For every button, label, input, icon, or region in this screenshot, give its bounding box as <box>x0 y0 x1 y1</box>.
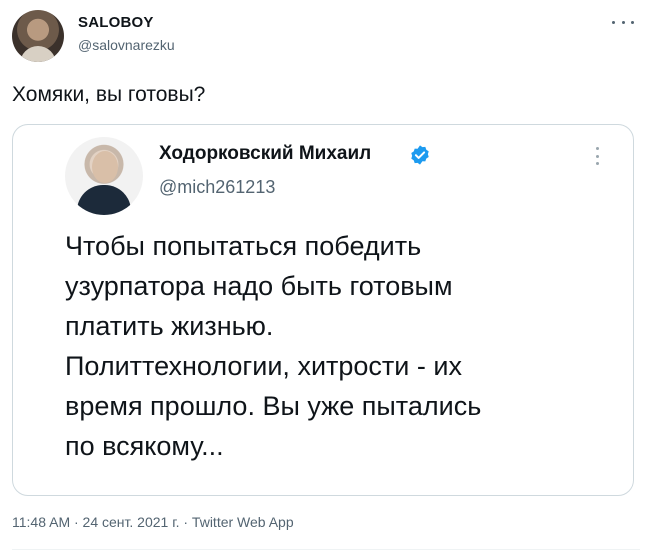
author-name[interactable]: SALOBOY <box>78 14 154 31</box>
quoted-text-line: время прошло. Вы уже пытались <box>65 391 482 421</box>
quoted-tweet-card[interactable]: Ходорковский Михаил @mich261213 Чтобы по… <box>12 124 634 496</box>
quoted-text-line: узурпатора надо быть готовым <box>65 271 453 301</box>
quoted-text-line: Чтобы попытаться победить <box>65 231 422 261</box>
quoted-avatar[interactable] <box>65 137 143 215</box>
quoted-author-name[interactable]: Ходорковский Михаил <box>159 143 371 165</box>
more-vertical-icon[interactable] <box>595 147 599 165</box>
quoted-avatar-body <box>77 185 131 215</box>
quoted-tweet-text: Чтобы попытаться победить узурпатора над… <box>65 226 605 466</box>
avatar[interactable] <box>12 10 64 62</box>
tweet-timestamp[interactable]: 11:48 AM · 24 сент. 2021 г. · Twitter We… <box>12 514 294 530</box>
quoted-text-line: Политтехнологии, хитрости - их <box>65 351 462 381</box>
quoted-text-line: по всякому... <box>65 431 224 461</box>
author-handle[interactable]: @salovnarezku <box>78 37 175 53</box>
tweet-header: SALOBOY @salovnarezku <box>12 8 640 66</box>
tweet-text: Хомяки, вы готовы? <box>12 83 206 106</box>
quoted-author-handle[interactable]: @mich261213 <box>159 177 275 198</box>
quoted-avatar-head <box>92 151 118 183</box>
verified-badge-icon <box>411 145 429 165</box>
quoted-text-line: платить жизнью. <box>65 311 274 341</box>
more-horizontal-icon[interactable] <box>612 14 634 30</box>
divider <box>12 549 640 550</box>
avatar-photo <box>20 46 56 62</box>
